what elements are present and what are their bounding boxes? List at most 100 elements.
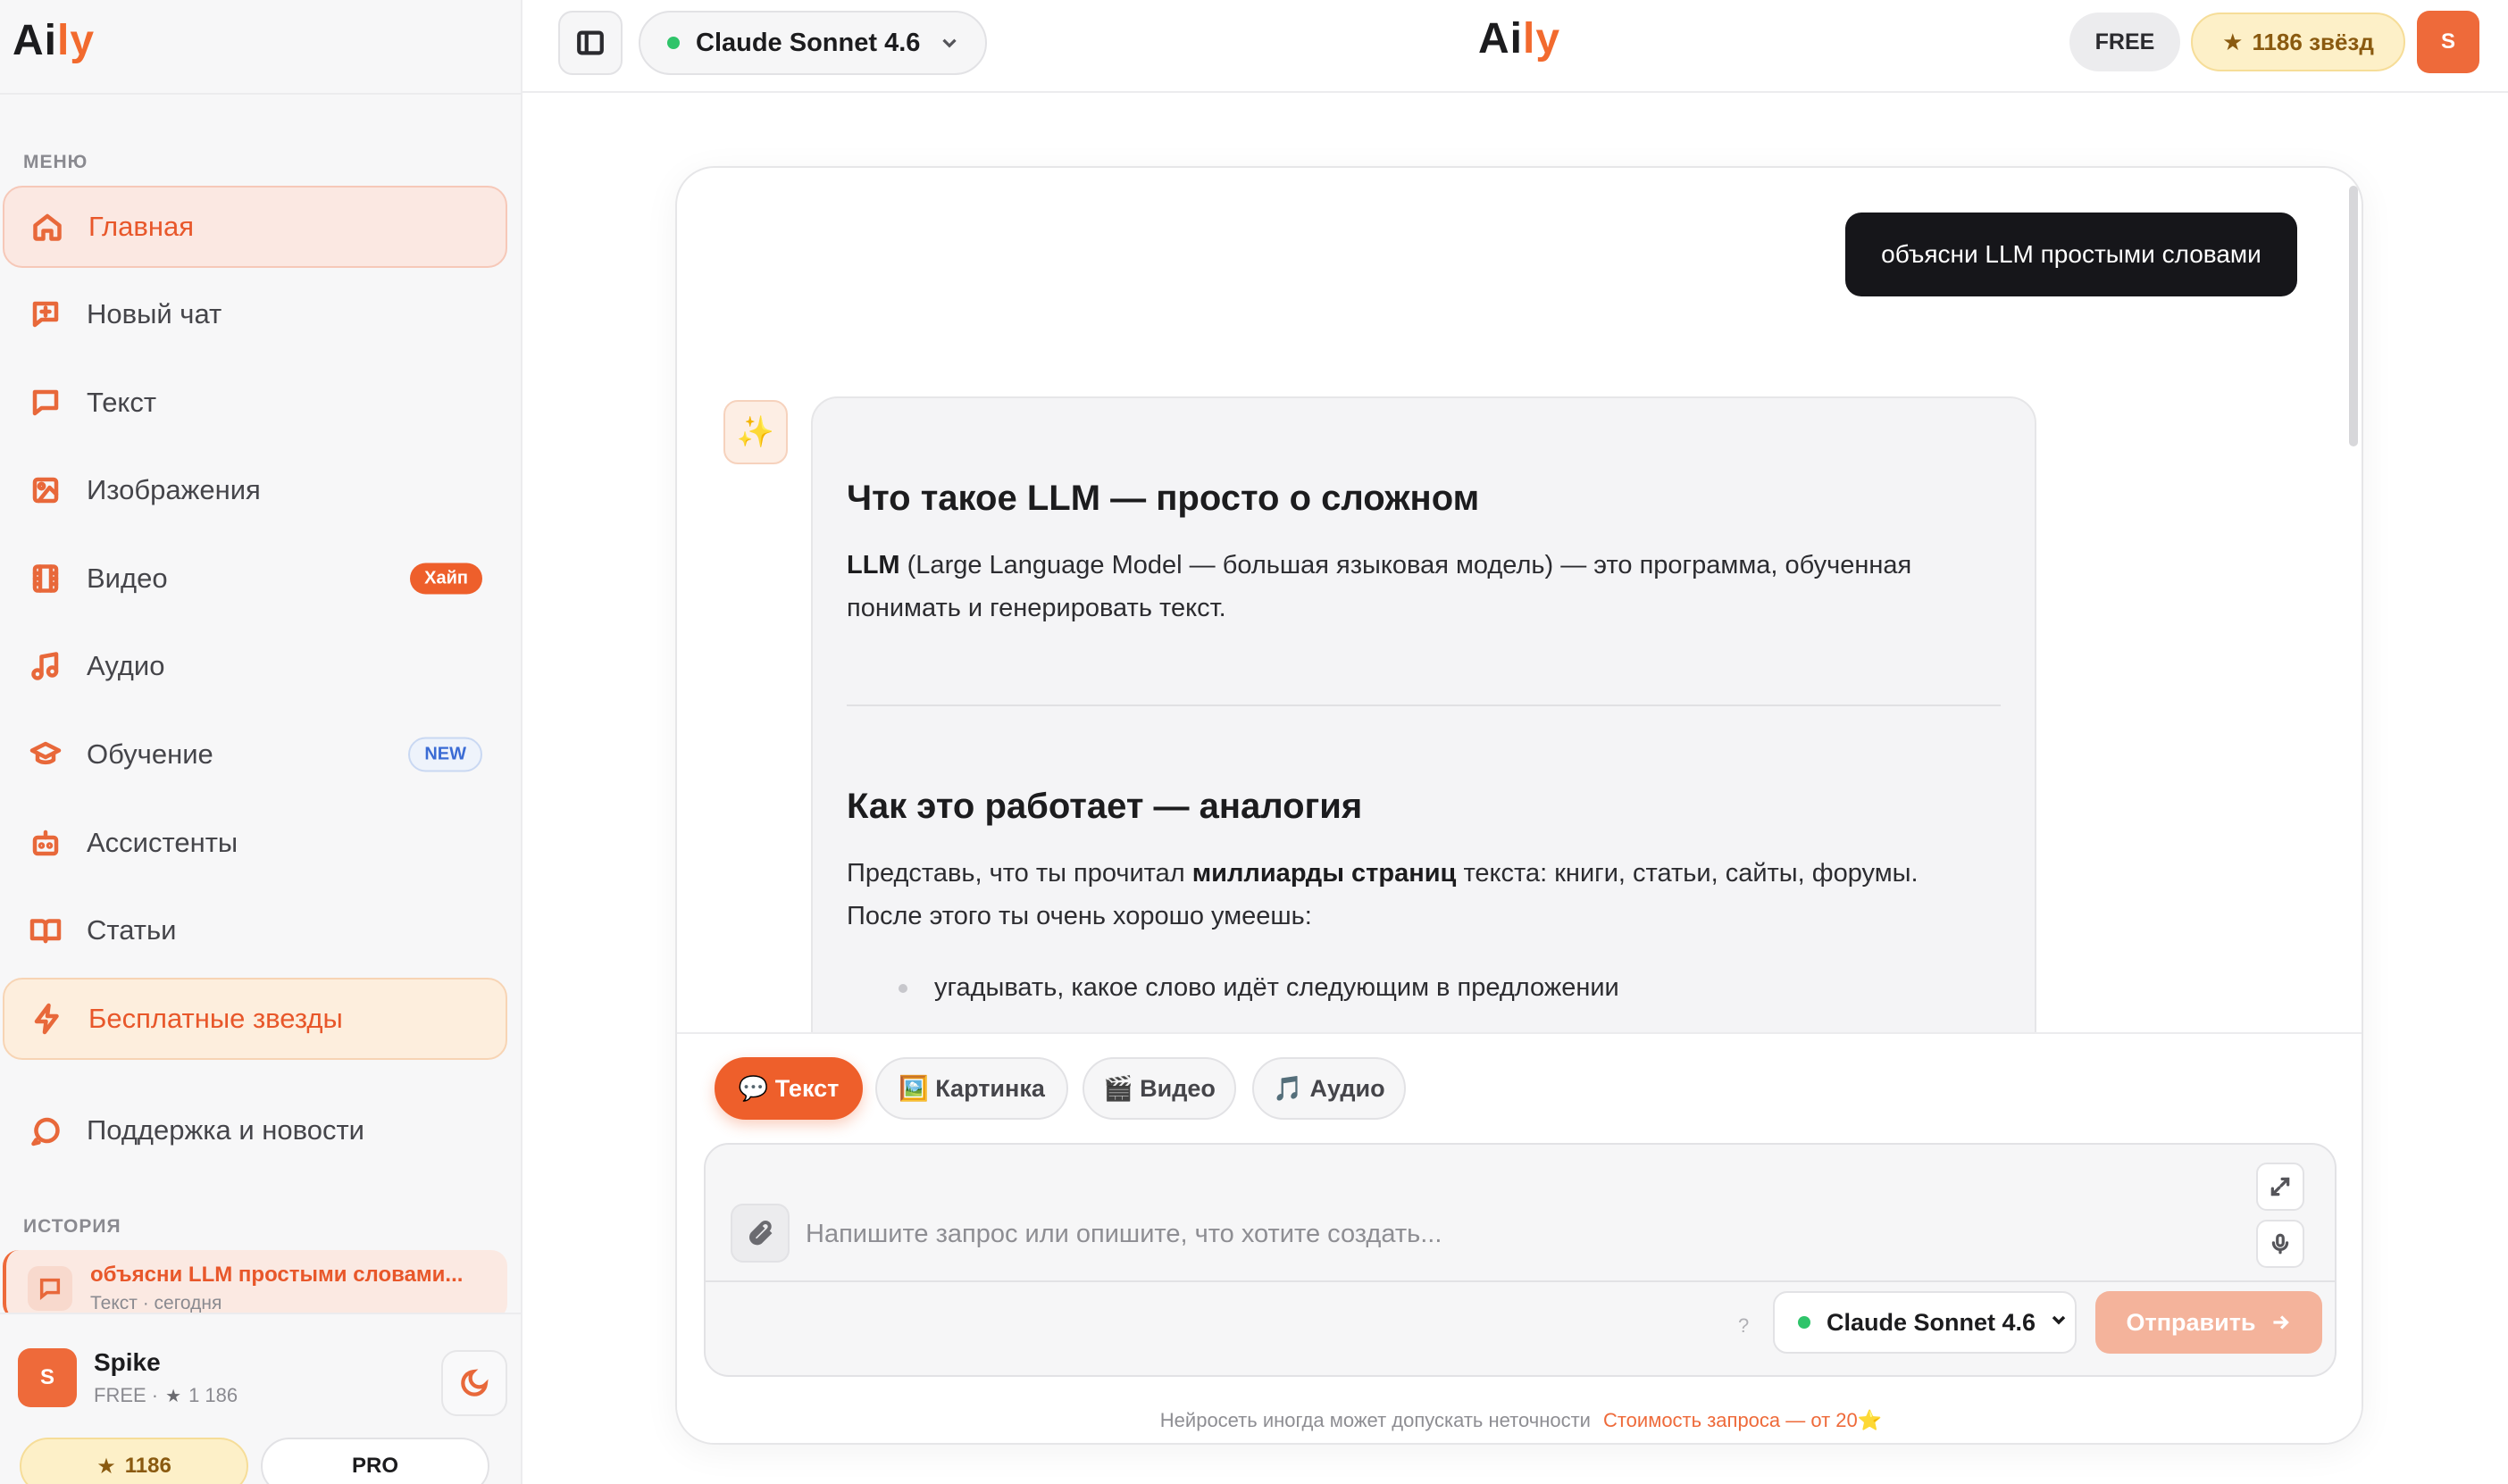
composer-model-selector[interactable]: Claude Sonnet 4.6 — [1773, 1291, 2077, 1354]
stars-balance-button[interactable]: ★ 1186 — [20, 1438, 248, 1484]
sparkles-icon: ✨ — [723, 400, 788, 464]
chat-bubble-icon — [28, 1113, 63, 1148]
user-message-bubble: объясни LLM простыми словами — [1845, 213, 2297, 296]
sidebar-item-label: Поддержка и новости — [87, 1114, 364, 1146]
header-logo[interactable]: Aily — [1478, 14, 1560, 63]
sidebar-logo[interactable]: Aily — [13, 16, 95, 65]
lightning-icon — [29, 1001, 65, 1037]
cost-info: Стоимость запроса — от 20⭐ — [1602, 1409, 1883, 1431]
user-plan: FREE · — [94, 1384, 159, 1406]
chevron-down-icon — [938, 31, 961, 54]
user-meta: FREE · ★ 1 186 — [94, 1384, 238, 1407]
chevron-down-icon — [2048, 1309, 2069, 1337]
expand-icon — [2270, 1177, 2290, 1196]
new-chat-icon — [28, 296, 63, 332]
tab-image[interactable]: 🖼️ Картинка — [875, 1057, 1068, 1120]
sidebar-item-articles[interactable]: Статьи — [3, 889, 507, 971]
sidebar-item-learning[interactable]: Обучение NEW — [3, 713, 507, 796]
attach-button[interactable] — [731, 1204, 790, 1263]
response-paragraph: LLM (Large Language Model — большая язык… — [847, 551, 1912, 622]
sidebar-item-label: Видео — [87, 563, 168, 594]
music-note-icon — [28, 648, 63, 684]
user-stars: 1 186 — [188, 1384, 238, 1406]
stars-balance-label: 1186 звёзд — [2252, 28, 2374, 55]
model-name: Claude Sonnet 4.6 — [696, 28, 921, 57]
sidebar-panel-icon — [577, 30, 604, 55]
sidebar-item-label: Текст — [87, 387, 157, 418]
moon-icon — [461, 1369, 489, 1396]
microphone-icon — [2271, 1233, 2289, 1255]
top-header: Claude Sonnet 4.6 Aily FREE ★ 1186 звёзд… — [522, 0, 2508, 93]
response-heading: Как это работает — аналогия — [847, 787, 1363, 826]
star-icon: ★ — [2222, 28, 2244, 55]
star-icon: ★ — [165, 1386, 182, 1406]
response-divider — [847, 704, 2001, 706]
composer: 💬 Текст 🖼️ Картинка 🎬 Видео 🎵 Аудио ? — [677, 1032, 2362, 1443]
disclaimer-text: Нейросеть иногда может допускать неточно… — [1159, 1409, 1591, 1431]
bot-icon — [28, 825, 63, 861]
response-paragraph: Представь, что ты прочитал миллиарды стр… — [847, 859, 1919, 930]
book-icon — [28, 913, 63, 948]
stars-balance-value: 1186 — [124, 1454, 171, 1478]
user-name: Spike — [94, 1348, 161, 1376]
user-block: S Spike FREE · ★ 1 186 ★ 1186 PRO — [0, 1313, 521, 1484]
prompt-input-area — [706, 1145, 2335, 1282]
hype-badge: Хайп — [410, 563, 482, 595]
model-selector[interactable]: Claude Sonnet 4.6 — [639, 11, 987, 75]
sidebar-item-label: Новый чат — [87, 298, 222, 329]
tab-video[interactable]: 🎬 Видео — [1083, 1057, 1236, 1120]
history-item-subtitle: Текст · сегодня — [90, 1293, 222, 1313]
sidebar-item-audio[interactable]: Аудио — [3, 625, 507, 707]
tab-text[interactable]: 💬 Текст — [715, 1057, 863, 1120]
list-item: угадывать, какое слово идёт следующим в … — [847, 961, 2001, 1014]
sidebar-item-label: Статьи — [87, 914, 177, 946]
sidebar-item-assistants[interactable]: Ассистенты — [3, 802, 507, 884]
expand-button[interactable] — [2256, 1163, 2304, 1211]
sidebar-item-label: Ассистенты — [87, 827, 238, 858]
sidebar: Aily МЕНЮ Главная Новый чат Текст Изобра… — [0, 0, 522, 1484]
sidebar-item-support[interactable]: Поддержка и новости — [3, 1089, 507, 1171]
message-icon — [28, 1266, 72, 1311]
plan-badge[interactable]: FREE — [2069, 13, 2180, 71]
home-icon — [29, 209, 65, 245]
stars-balance-button[interactable]: ★ 1186 звёзд — [2191, 13, 2405, 71]
pro-button[interactable]: PRO — [261, 1438, 489, 1484]
chat-card: объясни LLM простыми словами ✨ Что такое… — [675, 166, 2363, 1445]
sidebar-item-label: Бесплатные звезды — [88, 1003, 343, 1034]
disclaimer: Нейросеть иногда может допускать неточно… — [677, 1409, 2362, 1432]
sidebar-item-label: Изображения — [87, 474, 261, 505]
theme-toggle-button[interactable] — [441, 1350, 507, 1416]
sidebar-item-free-stars[interactable]: Бесплатные звезды — [3, 978, 507, 1060]
new-badge: NEW — [408, 737, 482, 772]
help-icon[interactable]: ? — [1738, 1314, 1749, 1338]
tab-audio[interactable]: 🎵 Аудио — [1252, 1057, 1406, 1120]
graduation-cap-icon — [28, 737, 63, 772]
avatar[interactable]: S — [2417, 11, 2479, 73]
sidebar-item-home[interactable]: Главная — [3, 186, 507, 268]
sidebar-item-new-chat[interactable]: Новый чат — [3, 273, 507, 355]
paperclip-icon — [749, 1220, 773, 1246]
sidebar-item-text[interactable]: Текст — [3, 362, 507, 444]
sidebar-item-video[interactable]: Видео Хайп — [3, 538, 507, 620]
send-button-label: Отправить — [2126, 1308, 2256, 1336]
history-item-title: объясни LLM простыми словами... — [90, 1263, 464, 1287]
avatar[interactable]: S — [18, 1348, 77, 1407]
history-item[interactable]: объясни LLM простыми словами... Текст · … — [3, 1250, 507, 1320]
star-icon: ★ — [96, 1454, 116, 1479]
film-icon — [28, 561, 63, 596]
microphone-button[interactable] — [2256, 1220, 2304, 1268]
prompt-input[interactable] — [806, 1207, 2145, 1261]
sidebar-divider — [0, 93, 521, 95]
scrollbar[interactable] — [2349, 186, 2358, 446]
sidebar-item-images[interactable]: Изображения — [3, 449, 507, 531]
prompt-box: ? Claude Sonnet 4.6 Отправить — [704, 1143, 2337, 1377]
status-dot — [1798, 1316, 1810, 1329]
menu-section-label: МЕНЮ — [23, 152, 88, 172]
sidebar-item-label: Главная — [88, 211, 194, 242]
sidebar-item-label: Обучение — [87, 738, 213, 770]
message-icon — [28, 385, 63, 421]
sidebar-toggle-button[interactable] — [558, 11, 623, 75]
send-button[interactable]: Отправить — [2095, 1291, 2322, 1354]
status-dot — [667, 37, 680, 49]
image-icon — [28, 472, 63, 508]
